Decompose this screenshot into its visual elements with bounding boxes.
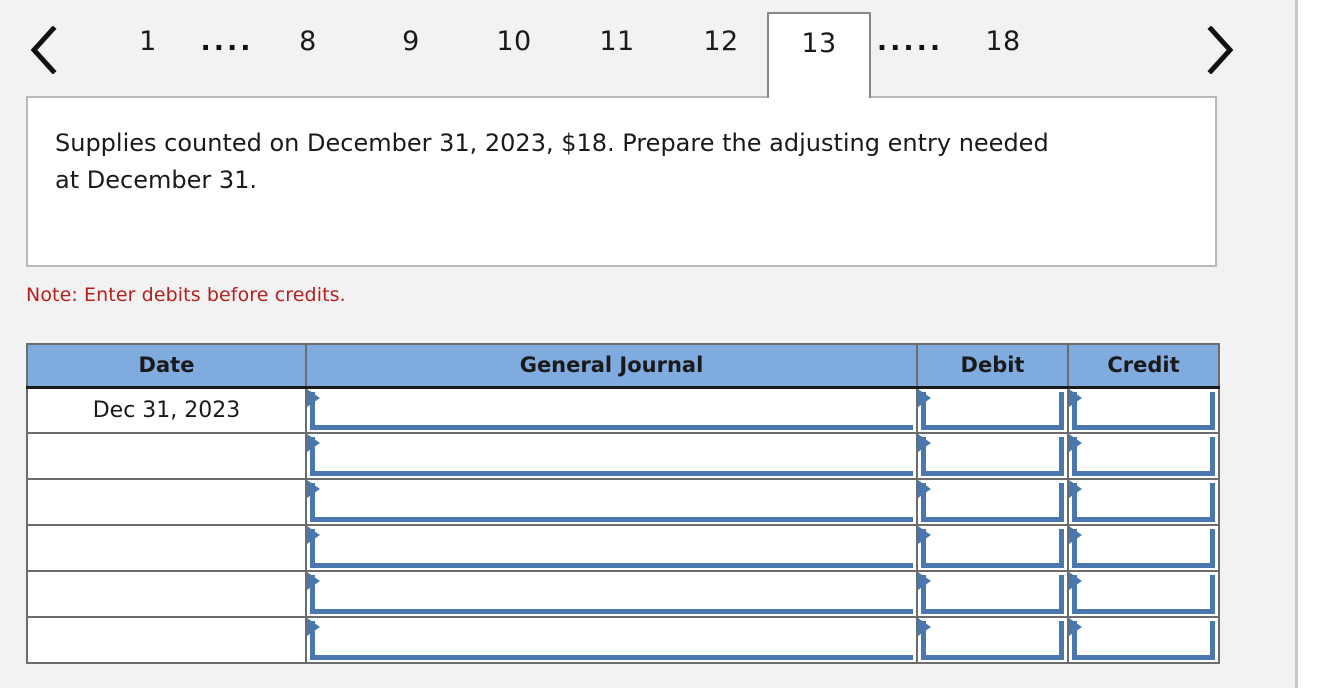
cell-credit-select-control[interactable] — [1072, 575, 1215, 614]
caret-right-icon — [1069, 572, 1082, 590]
cell-debit-select[interactable] — [916, 478, 1069, 526]
pagination-ellipsis: .... — [200, 26, 254, 57]
cell-credit-select[interactable] — [1067, 524, 1220, 572]
cell-credit-select[interactable] — [1067, 432, 1220, 480]
cell-date[interactable] — [26, 570, 307, 618]
pagination-page-9[interactable]: 9 — [383, 12, 439, 97]
pagination-page-1[interactable]: 1 — [120, 12, 176, 97]
cell-debit-select[interactable] — [916, 386, 1069, 434]
question-text: Supplies counted on December 31, 2023, $… — [55, 129, 1049, 194]
cell-general-journal-select-control[interactable] — [310, 437, 913, 476]
page-root: 1.... 8 9 10 11 12 13..... 18 Supplies counted … — [0, 0, 1338, 688]
debits-before-credits-note: Note: Enter debits before credits. — [26, 284, 346, 306]
cell-credit-select[interactable] — [1067, 616, 1220, 664]
cell-general-journal-select[interactable] — [305, 616, 918, 664]
pagination-page-13[interactable]: 13 — [767, 12, 871, 98]
caret-right-icon — [918, 480, 931, 498]
table-row — [26, 432, 1220, 480]
cell-date[interactable] — [26, 616, 307, 664]
cell-credit-select[interactable] — [1067, 478, 1220, 526]
table-row — [26, 524, 1220, 572]
cell-general-journal-select[interactable] — [305, 432, 918, 480]
cell-date[interactable] — [26, 524, 307, 572]
caret-right-icon — [1069, 480, 1082, 498]
cell-credit-select-control[interactable] — [1072, 483, 1215, 522]
cell-debit-select-control[interactable] — [921, 621, 1064, 660]
cell-credit-select-control[interactable] — [1072, 529, 1215, 568]
caret-right-icon — [1069, 434, 1082, 452]
pagination-page-12[interactable]: 12 — [690, 12, 752, 97]
cell-general-journal-select-control[interactable] — [310, 483, 913, 522]
pagination-page-18[interactable]: 18 — [972, 12, 1034, 97]
cell-credit-select[interactable] — [1067, 386, 1220, 434]
cell-debit-select[interactable] — [916, 616, 1069, 664]
table-row — [26, 616, 1220, 664]
caret-right-icon — [307, 388, 320, 407]
cell-debit-select[interactable] — [916, 570, 1069, 618]
column-header-general-journal: General Journal — [305, 343, 918, 389]
caret-right-icon — [918, 434, 931, 452]
cell-general-journal-select-control[interactable] — [310, 621, 913, 660]
cell-debit-select-control[interactable] — [921, 483, 1064, 522]
caret-right-icon — [307, 618, 320, 636]
caret-right-icon — [1069, 388, 1082, 407]
caret-right-icon — [918, 526, 931, 544]
table-header-row: Date General Journal Debit Credit — [26, 343, 1220, 389]
cell-credit-select-control[interactable] — [1072, 621, 1215, 660]
cell-debit-select-control[interactable] — [921, 437, 1064, 476]
chevron-right-icon[interactable] — [1194, 14, 1246, 76]
cell-debit-select-control[interactable] — [921, 391, 1064, 430]
table-body: Dec 31, 2023 — [26, 386, 1220, 664]
page-margin — [1298, 0, 1338, 688]
cell-credit-select-control[interactable] — [1072, 437, 1215, 476]
cell-general-journal-select[interactable] — [305, 478, 918, 526]
caret-right-icon — [918, 388, 931, 407]
cell-debit-select-control[interactable] — [921, 529, 1064, 568]
column-header-date: Date — [26, 343, 307, 389]
column-header-credit: Credit — [1067, 343, 1220, 389]
pagination-page-11[interactable]: 11 — [586, 12, 648, 97]
caret-right-icon — [1069, 618, 1082, 636]
caret-right-icon — [307, 434, 320, 452]
caret-right-icon — [307, 480, 320, 498]
table-row: Dec 31, 2023 — [26, 386, 1220, 434]
caret-right-icon — [918, 572, 931, 590]
table-row — [26, 570, 1220, 618]
caret-right-icon — [307, 572, 320, 590]
pagination-bar: 1.... 8 9 10 11 12 13..... 18 — [0, 0, 1296, 98]
cell-date[interactable] — [26, 432, 307, 480]
caret-right-icon — [307, 526, 320, 544]
cell-date[interactable]: Dec 31, 2023 — [26, 386, 307, 434]
chevron-left-icon[interactable] — [18, 14, 70, 76]
cell-general-journal-select[interactable] — [305, 386, 918, 434]
cell-credit-select[interactable] — [1067, 570, 1220, 618]
cell-general-journal-select-control[interactable] — [310, 391, 913, 430]
caret-right-icon — [918, 618, 931, 636]
cell-debit-select-control[interactable] — [921, 575, 1064, 614]
cell-debit-select[interactable] — [916, 524, 1069, 572]
general-journal-table: Date General Journal Debit Credit Dec 31… — [26, 343, 1220, 664]
pagination-page-10[interactable]: 10 — [483, 12, 545, 97]
question-card: Supplies counted on December 31, 2023, $… — [26, 96, 1217, 267]
cell-general-journal-select-control[interactable] — [310, 529, 913, 568]
cell-general-journal-select-control[interactable] — [310, 575, 913, 614]
cell-date[interactable] — [26, 478, 307, 526]
table-row — [26, 478, 1220, 526]
pagination-ellipsis: ..... — [876, 26, 944, 57]
pagination-page-8[interactable]: 8 — [280, 12, 336, 97]
caret-right-icon — [1069, 526, 1082, 544]
cell-credit-select-control[interactable] — [1072, 391, 1215, 430]
cell-general-journal-select[interactable] — [305, 524, 918, 572]
column-header-debit: Debit — [916, 343, 1069, 389]
cell-debit-select[interactable] — [916, 432, 1069, 480]
cell-general-journal-select[interactable] — [305, 570, 918, 618]
